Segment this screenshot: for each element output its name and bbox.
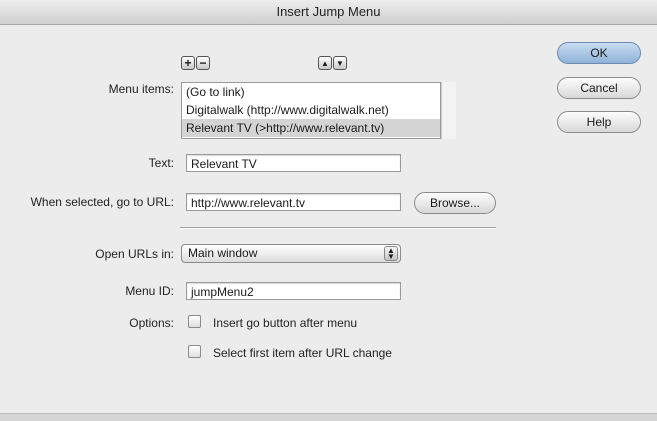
url-label: When selected, go to URL: [30,195,174,209]
up-arrow-icon: ▲ [321,59,329,68]
list-item-selected[interactable]: Relevant TV (>http://www.relevant.tv) [182,119,440,137]
cancel-button[interactable]: Cancel [557,77,641,99]
move-up-button[interactable]: ▲ [318,56,332,70]
text-input[interactable]: Relevant TV [186,154,401,172]
options-label: Options: [129,316,174,330]
down-arrow-icon: ▼ [336,59,344,68]
ok-button[interactable]: OK [557,42,641,64]
dialog-title: Insert Jump Menu [276,4,381,19]
updown-arrows-icon: ▲ ▼ [384,246,398,261]
menu-items-label: Menu items: [108,82,174,96]
add-item-button[interactable]: + [181,56,195,70]
plus-icon: + [184,56,192,70]
browse-button[interactable]: Browse... [414,192,496,214]
menu-id-label: Menu ID: [125,284,174,298]
list-item[interactable]: (Go to link) [182,83,440,101]
list-item[interactable]: Digitalwalk (http://www.digitalwalk.net) [182,101,440,119]
insert-go-button-checkbox[interactable] [188,315,201,328]
insert-go-button-label: Insert go button after menu [213,316,358,330]
dialog-content: + − ▲ ▼ Menu items: (Go to link) Digital… [0,25,657,420]
select-first-item-checkbox[interactable] [188,345,201,358]
open-urls-select[interactable]: Main window ▲ ▼ [181,244,401,263]
minus-icon: − [199,56,207,70]
menu-items-list[interactable]: (Go to link) Digitalwalk (http://www.dig… [181,82,441,139]
list-scrollbar[interactable] [441,82,456,139]
select-first-item-label: Select first item after URL change [213,346,392,360]
open-urls-value: Main window [188,246,258,260]
help-button[interactable]: Help [557,111,641,133]
remove-item-button[interactable]: − [196,56,210,70]
url-input[interactable]: http://www.relevant.tv [186,193,401,211]
dialog-title-bar: Insert Jump Menu [0,0,657,25]
open-urls-label: Open URLs in: [95,247,174,261]
divider [180,227,496,229]
text-label: Text: [148,156,174,170]
move-down-button[interactable]: ▼ [333,56,347,70]
menu-id-input[interactable]: jumpMenu2 [186,282,401,300]
